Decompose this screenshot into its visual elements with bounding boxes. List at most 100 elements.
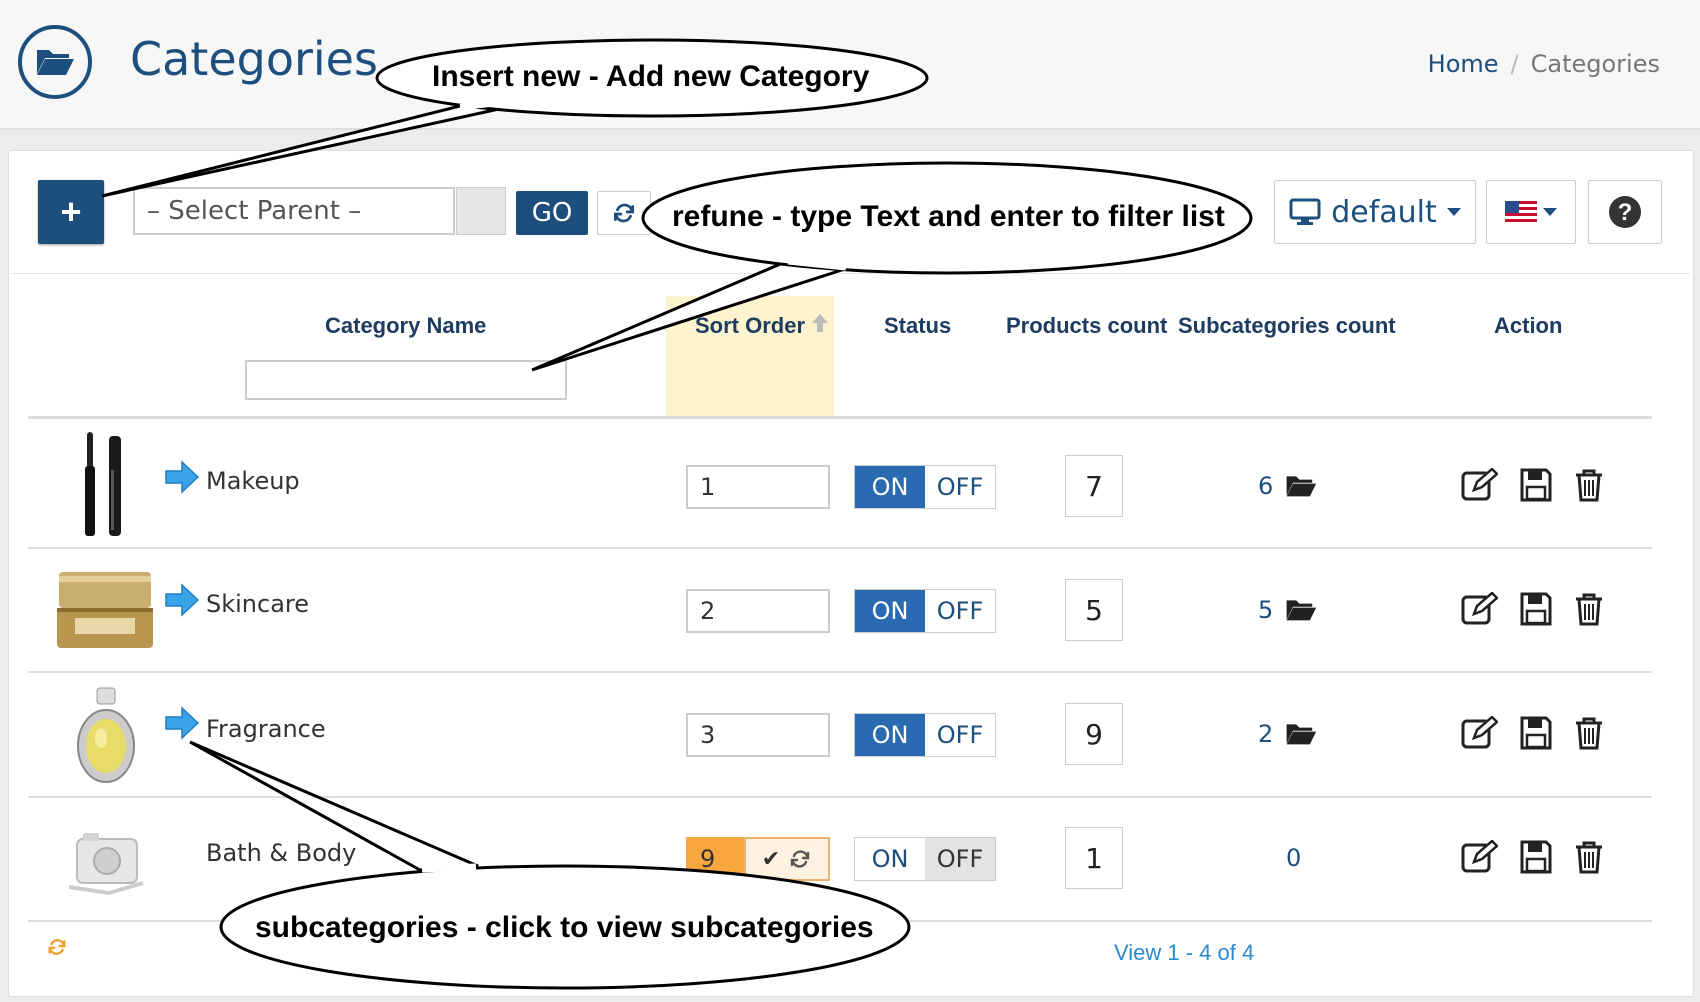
trash-icon[interactable]: [1574, 840, 1604, 874]
refresh-icon[interactable]: [788, 847, 812, 871]
no-image-thumbnail[interactable]: [64, 818, 148, 902]
status-on-option[interactable]: ON: [855, 838, 925, 880]
trash-icon[interactable]: [1574, 592, 1604, 626]
help-button[interactable]: ?: [1588, 180, 1662, 244]
status-on-option[interactable]: ON: [855, 466, 925, 508]
column-header-name[interactable]: Category Name: [325, 313, 486, 339]
chevron-down-icon: [1543, 208, 1557, 216]
subcategories-link[interactable]: 5: [1258, 596, 1317, 624]
help-icon: ?: [1609, 196, 1641, 228]
edit-icon[interactable]: [1460, 468, 1498, 502]
categories-panel: [8, 150, 1694, 997]
status-toggle[interactable]: ON OFF: [854, 465, 996, 509]
select-parent-addon[interactable]: [456, 187, 506, 235]
subcategories-link[interactable]: 6: [1258, 472, 1317, 500]
trash-icon[interactable]: [1574, 468, 1604, 502]
refresh-button[interactable]: [597, 191, 651, 235]
subcategories-count: 6: [1258, 472, 1274, 500]
status-off-option[interactable]: OFF: [925, 838, 995, 880]
arrow-right-icon[interactable]: [164, 706, 200, 740]
toolbar-divider: [10, 273, 1690, 274]
edit-icon[interactable]: [1460, 716, 1498, 750]
breadcrumb-home-link[interactable]: Home: [1428, 50, 1499, 78]
callout-subcategories-text: subcategories - click to view subcategor…: [255, 911, 874, 944]
column-header-action: Action: [1494, 313, 1563, 338]
column-header-sort[interactable]: Sort Order: [695, 313, 829, 339]
products-count[interactable]: 9: [1065, 703, 1123, 765]
products-count[interactable]: 7: [1065, 455, 1123, 517]
chevron-down-icon: [1446, 208, 1461, 216]
pager-info: View 1 - 4 of 4: [1114, 940, 1255, 965]
category-name-filter-input[interactable]: [245, 360, 567, 400]
column-header-status[interactable]: Status: [884, 313, 951, 339]
row-divider: [28, 796, 1652, 798]
edit-icon[interactable]: [1460, 840, 1498, 874]
subcategories-count: 0: [1286, 844, 1302, 872]
sort-order-input[interactable]: 1: [686, 465, 830, 509]
svg-text:?: ?: [1618, 199, 1633, 226]
makeup-thumbnail[interactable]: [70, 430, 140, 540]
status-toggle[interactable]: ON OFF: [854, 589, 996, 633]
add-category-button[interactable]: +: [38, 180, 104, 244]
breadcrumb-separator: /: [1510, 50, 1519, 78]
folder-open-icon: [18, 25, 92, 99]
save-icon[interactable]: [1520, 716, 1552, 750]
status-off-option[interactable]: OFF: [925, 466, 995, 508]
sort-arrow-up-icon: [812, 314, 829, 332]
reload-grid-icon[interactable]: [46, 936, 68, 958]
us-flag-icon: [1505, 201, 1537, 223]
folder-open-icon: [1286, 600, 1317, 621]
row-actions: [1460, 716, 1604, 750]
subcategories-count: 5: [1258, 596, 1274, 624]
column-header-subcategories[interactable]: Subcategories count: [1178, 313, 1396, 339]
status-off-option[interactable]: OFF: [925, 590, 995, 632]
row-actions: [1460, 592, 1604, 626]
edit-icon[interactable]: [1460, 592, 1498, 626]
status-toggle[interactable]: ON OFF: [854, 713, 996, 757]
fragrance-thumbnail[interactable]: [68, 686, 144, 786]
monitor-icon: [1289, 198, 1321, 225]
category-name-link[interactable]: Bath & Body: [206, 839, 356, 867]
column-header-products[interactable]: Products count: [1006, 313, 1167, 339]
arrow-right-icon[interactable]: [164, 460, 200, 494]
page-title: Categories: [130, 32, 378, 86]
row-actions: [1460, 840, 1604, 874]
template-label: default: [1331, 194, 1437, 230]
save-icon[interactable]: [1520, 468, 1552, 502]
products-count[interactable]: 1: [1065, 827, 1123, 889]
row-divider: [28, 547, 1652, 549]
save-icon[interactable]: [1520, 592, 1552, 626]
folder-open-icon: [1286, 724, 1317, 745]
go-button[interactable]: GO: [516, 191, 588, 235]
row-actions: [1460, 468, 1604, 502]
products-count[interactable]: 5: [1065, 579, 1123, 641]
select-parent-dropdown[interactable]: – Select Parent –: [133, 187, 455, 235]
skincare-thumbnail[interactable]: [52, 568, 158, 654]
status-on-option[interactable]: ON: [855, 590, 925, 632]
check-icon[interactable]: ✔: [762, 846, 780, 872]
callout-insert-text: Insert new - Add new Category: [432, 60, 870, 93]
status-toggle[interactable]: ON OFF: [854, 837, 996, 881]
language-select-button[interactable]: [1486, 180, 1576, 244]
subcategories-link[interactable]: 2: [1258, 720, 1317, 748]
template-select-button[interactable]: default: [1274, 180, 1476, 244]
status-on-option[interactable]: ON: [855, 714, 925, 756]
refresh-icon: [613, 203, 635, 223]
column-header-sort-label: Sort Order: [695, 313, 806, 338]
trash-icon[interactable]: [1574, 716, 1604, 750]
category-name-link[interactable]: Makeup: [206, 467, 300, 495]
breadcrumb-current: Categories: [1530, 50, 1660, 78]
row-divider: [28, 671, 1652, 673]
subcategories-count: 2: [1258, 720, 1274, 748]
sort-order-input[interactable]: 2: [686, 589, 830, 633]
callout-refine-text: refune - type Text and enter to filter l…: [672, 200, 1225, 233]
save-icon[interactable]: [1520, 840, 1552, 874]
category-name-link[interactable]: Skincare: [206, 590, 309, 618]
sort-order-actions: ✔: [744, 837, 830, 881]
arrow-right-icon[interactable]: [164, 583, 200, 617]
sort-order-input[interactable]: 9: [686, 837, 744, 881]
category-name-link[interactable]: Fragrance: [206, 715, 326, 743]
sort-order-input[interactable]: 3: [686, 713, 830, 757]
table-header-divider: [28, 416, 1652, 419]
status-off-option[interactable]: OFF: [925, 714, 995, 756]
